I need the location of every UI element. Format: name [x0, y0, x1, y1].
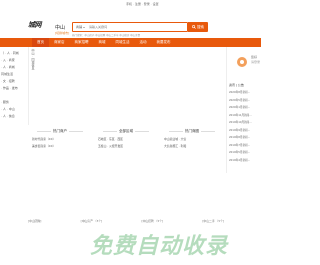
avatar[interactable] — [237, 57, 247, 67]
nav-item-local-life[interactable]: 同城生活 — [111, 38, 135, 47]
news-item[interactable]: 2019年10月新闻... — [229, 120, 263, 128]
hot-merchants-box: 热门商户 新时代商家（XX） 美食街商家（XX） — [28, 127, 92, 171]
news-title[interactable]: 资讯 | 公告 — [229, 83, 244, 87]
list-item[interactable]: 美食街商家（XX） — [32, 144, 88, 151]
main-nav: 首页 商家店 商家招聘 商城 同城生活 活动 我要发布 — [0, 38, 261, 47]
news-item[interactable]: 2019年7月新闻... — [229, 143, 263, 151]
nav-item-stores[interactable]: 商家店 — [49, 38, 70, 47]
logo-text: 城网 — [28, 20, 42, 29]
list-item[interactable]: 新时代商家（XX） — [32, 137, 88, 144]
watermark-text: 免费自动收录 — [90, 234, 229, 259]
nav-item-events[interactable]: 活动 — [135, 38, 152, 47]
right-panel: 您好 请登录 资讯 | 公告 2020年8月新闻... 2020年5月新闻...… — [226, 47, 261, 173]
search-button-label: 搜索 — [197, 24, 204, 29]
sidebar-line[interactable]: （ · 人 · 同城 — [1, 51, 19, 55]
footer-link[interactable]: [中山团购] — [28, 219, 41, 229]
sidebar-line[interactable]: · 文 · 招聘 — [1, 79, 15, 83]
nav-item-home[interactable]: 首页 — [32, 38, 49, 47]
sidebar-line[interactable]: · 人 · 信息 — [1, 114, 15, 118]
news-item[interactable]: 2020年1月新闻... — [229, 105, 263, 113]
login-link[interactable]: 请登录 — [251, 60, 260, 64]
header: 城网 中山 [切换城市] 商铺 搜索 热门搜索：中山房产 中山招聘 中山二手车 … — [0, 8, 261, 37]
box-title: 热门商圈 — [160, 129, 224, 134]
search-input[interactable] — [89, 24, 161, 30]
all-areas-box: 全部区域 石岐区 · 东区 · 西区 五桂山 · 火炬开发区 — [94, 127, 158, 171]
sidebar-line[interactable]: · 服务 — [1, 100, 9, 104]
search-button[interactable]: 搜索 — [188, 22, 208, 32]
search-box: 商铺 — [72, 22, 188, 32]
category-sidebar: （ · 人 · 同城 · 入 · 商家 · 人 · 商城 同城生活 · 文 · … — [0, 47, 28, 127]
sidebar-line[interactable]: · 人 · 中山 — [1, 107, 15, 111]
news-item[interactable]: 2020年5月新闻... — [229, 98, 263, 106]
list-item[interactable]: 五桂山 · 火炬开发区 — [98, 144, 154, 151]
sidebar-line[interactable]: · 入 · 商家 — [1, 58, 15, 62]
sidebar-line[interactable]: · 作品 · 发布 — [1, 86, 18, 90]
top-links[interactable]: 手机 · 注册 · 登录 · 设置 — [126, 2, 159, 6]
user-box: 您好 请登录 — [227, 47, 262, 77]
nav-item-jobs[interactable]: 商家招聘 — [70, 38, 94, 47]
hot-search-words[interactable]: 热门搜索：中山房产 中山招聘 中山二手车 中山租房 中山美食 — [72, 33, 202, 37]
sidebar-line[interactable]: 同城生活 — [1, 72, 13, 76]
sidebar-line[interactable]: · 人 · 商城 — [1, 65, 15, 69]
news-item[interactable]: 2020年8月新闻... — [229, 90, 263, 98]
list-item[interactable]: 中山商业城 · 大信 — [164, 137, 220, 144]
box-title: 热门商户 — [28, 129, 92, 134]
site-logo[interactable]: 城网 — [28, 20, 54, 30]
nav-item-post[interactable]: 我要发布 — [152, 38, 176, 47]
news-item[interactable]: 2019年11月新闻... — [229, 113, 263, 121]
search-category-select[interactable]: 商铺 — [76, 25, 86, 29]
city-switch-link[interactable]: [切换城市] — [55, 31, 69, 35]
nav-item-mall[interactable]: 商城 — [94, 38, 111, 47]
info-boxes: 热门商户 新时代商家（XX） 美食街商家（XX） 全部区域 石岐区 · 东区 ·… — [28, 127, 224, 171]
banner-vertical-text: 中山 · 同城信息 — [31, 49, 35, 70]
banner-slide[interactable]: 中山 · 同城信息 — [28, 47, 35, 125]
news-item[interactable]: 2019年4月新闻... — [229, 158, 263, 166]
hot-districts-box: 热门商圈 中山商业城 · 大信 大信新都汇 · 利和 — [160, 127, 224, 171]
current-city: 中山 — [55, 25, 66, 31]
news-item[interactable]: 2019年9月新闻... — [229, 128, 263, 136]
chevron-down-icon — [83, 26, 86, 28]
news-item[interactable]: 2019年5月新闻... — [229, 150, 263, 158]
news-list: 2020年8月新闻... 2020年5月新闻... 2020年1月新闻... 2… — [229, 90, 263, 165]
box-title: 全部区域 — [94, 129, 158, 134]
news-item[interactable]: 2019年8月新闻... — [229, 135, 263, 143]
list-item[interactable]: 大信新都汇 · 利和 — [164, 144, 220, 151]
search-icon — [192, 25, 196, 29]
list-item[interactable]: 石岐区 · 东区 · 西区 — [98, 137, 154, 144]
search-category-label: 商铺 — [76, 25, 83, 29]
greeting-text: 您好 — [251, 55, 258, 59]
top-bar: 手机 · 注册 · 登录 · 设置 — [0, 0, 261, 8]
